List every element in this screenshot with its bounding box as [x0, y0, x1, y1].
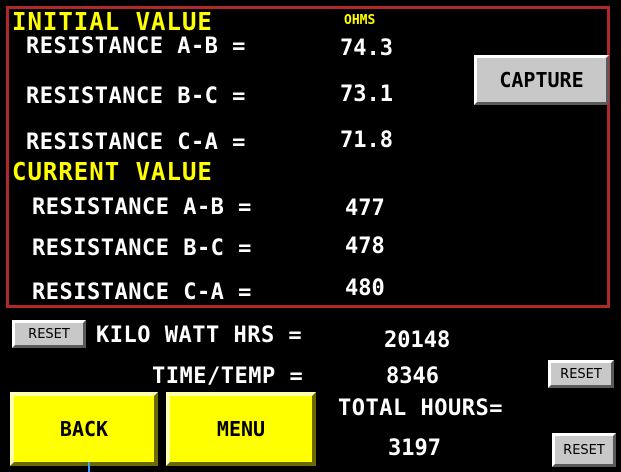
pointer-marker: [88, 462, 90, 472]
back-button[interactable]: BACK: [10, 392, 158, 466]
current-resistance-bc-value: 478: [345, 234, 385, 259]
initial-resistance-ca-label: RESISTANCE C-A =: [26, 130, 246, 155]
initial-resistance-ab-label: RESISTANCE A-B =: [26, 34, 246, 59]
initial-resistance-bc-value: 73.1: [340, 82, 393, 107]
time-temp-label: TIME/TEMP =: [152, 364, 304, 389]
initial-resistance-ca-value: 71.8: [340, 128, 393, 153]
kwh-reset-button[interactable]: RESET: [12, 320, 86, 348]
capture-button[interactable]: CAPTURE: [474, 55, 609, 105]
total-hours-label: TOTAL HOURS=: [338, 396, 503, 421]
current-resistance-ab-label: RESISTANCE A-B =: [32, 195, 252, 220]
menu-button[interactable]: MENU: [166, 392, 316, 466]
initial-value-header: INITIAL VALUE: [12, 7, 213, 37]
units-label: OHMS: [344, 13, 376, 28]
time-temp-value: 8346: [386, 364, 439, 389]
kwh-label: KILO WATT HRS =: [96, 323, 303, 348]
current-resistance-ca-label: RESISTANCE C-A =: [32, 280, 252, 305]
initial-resistance-bc-label: RESISTANCE B-C =: [26, 84, 246, 109]
current-resistance-ab-value: 477: [345, 196, 385, 221]
total-hours-reset-button[interactable]: RESET: [552, 433, 616, 467]
current-resistance-ca-value: 480: [345, 276, 385, 301]
total-hours-value: 3197: [388, 436, 441, 461]
hmi-screen: INITIAL VALUE OHMS RESISTANCE A-B = 74.3…: [0, 0, 621, 472]
current-resistance-bc-label: RESISTANCE B-C =: [32, 236, 252, 261]
time-temp-reset-button[interactable]: RESET: [548, 360, 614, 388]
kwh-value: 20148: [384, 328, 451, 353]
initial-resistance-ab-value: 74.3: [340, 36, 393, 61]
current-value-header: CURRENT VALUE: [12, 157, 213, 187]
